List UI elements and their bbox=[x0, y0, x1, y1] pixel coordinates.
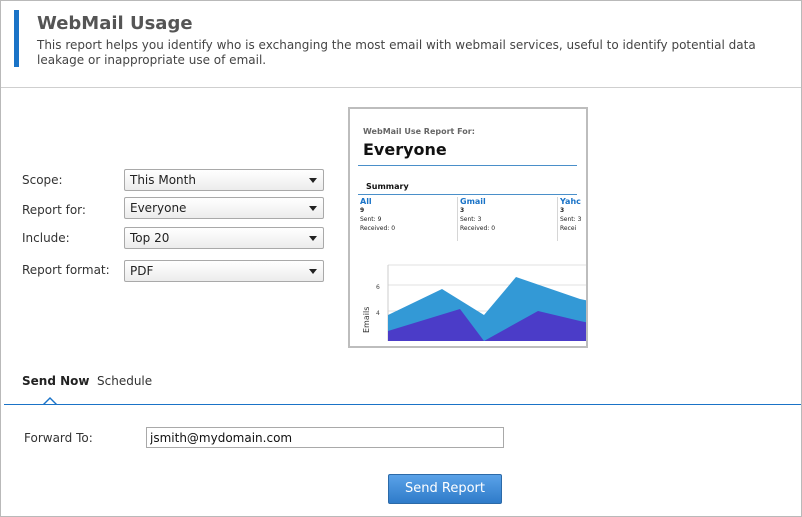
scope-select[interactable]: This Month bbox=[124, 169, 324, 191]
page-description: This report helps you identify who is ex… bbox=[37, 38, 756, 67]
chevron-down-icon bbox=[309, 269, 317, 274]
preview-area-chart: 6 4 Emails bbox=[362, 264, 586, 341]
preview-column-name: All bbox=[360, 197, 372, 206]
send-report-button[interactable]: Send Report bbox=[388, 474, 502, 504]
forward-to-input[interactable] bbox=[146, 427, 504, 448]
report-for-label: Report for: bbox=[22, 203, 86, 217]
include-select[interactable]: Top 20 bbox=[124, 227, 324, 249]
preview-column-count: 9 bbox=[360, 207, 365, 214]
page-title: WebMail Usage bbox=[37, 13, 193, 34]
preview-column: Gmail 3 Sent: 3 Received: 0 bbox=[457, 197, 558, 241]
preview-column-name: Yahc bbox=[560, 197, 581, 206]
header-accent-bar bbox=[14, 10, 19, 67]
preview-column-sent: Sent: 3 bbox=[560, 216, 582, 223]
preview-column-received: Received: 0 bbox=[360, 225, 396, 232]
tab-underline bbox=[4, 404, 801, 405]
preview-divider bbox=[358, 165, 577, 166]
report-preview: WebMail Use Report For: Everyone Summary… bbox=[348, 107, 588, 348]
chart-y-axis-label: Emails bbox=[362, 307, 371, 333]
tab-send-now[interactable]: Send Now bbox=[22, 374, 89, 388]
preview-column-count: 3 bbox=[560, 207, 565, 214]
preview-summary-divider bbox=[358, 194, 577, 195]
preview-summary-label: Summary bbox=[366, 182, 409, 191]
report-for-value: Everyone bbox=[130, 201, 187, 215]
preview-title: Everyone bbox=[363, 140, 447, 159]
preview-column-received: Recei bbox=[560, 225, 577, 232]
report-format-label: Report format: bbox=[22, 263, 110, 277]
preview-column-received: Received: 0 bbox=[460, 225, 496, 232]
include-value: Top 20 bbox=[130, 231, 170, 245]
forward-to-label: Forward To: bbox=[24, 431, 93, 445]
tab-schedule[interactable]: Schedule bbox=[97, 374, 152, 388]
preview-column: All 9 Sent: 9 Received: 0 bbox=[360, 197, 458, 241]
chart-tick-label: 4 bbox=[376, 310, 380, 317]
chevron-down-icon bbox=[309, 206, 317, 211]
preview-subtitle: WebMail Use Report For: bbox=[363, 127, 475, 136]
preview-column-sent: Sent: 9 bbox=[360, 216, 382, 223]
preview-column: Yahc 3 Sent: 3 Recei bbox=[557, 197, 586, 241]
header-divider bbox=[1, 87, 801, 88]
preview-column-count: 3 bbox=[460, 207, 465, 214]
report-for-select[interactable]: Everyone bbox=[124, 197, 324, 219]
report-format-select[interactable]: PDF bbox=[124, 260, 324, 282]
include-label: Include: bbox=[22, 231, 70, 245]
chevron-down-icon bbox=[309, 178, 317, 183]
active-tab-caret-inner bbox=[45, 399, 55, 404]
report-format-value: PDF bbox=[130, 264, 154, 278]
chart-tick-label: 6 bbox=[376, 284, 380, 291]
scope-label: Scope: bbox=[22, 173, 63, 187]
chevron-down-icon bbox=[309, 236, 317, 241]
preview-column-name: Gmail bbox=[460, 197, 486, 206]
preview-column-sent: Sent: 3 bbox=[460, 216, 482, 223]
scope-value: This Month bbox=[130, 173, 196, 187]
